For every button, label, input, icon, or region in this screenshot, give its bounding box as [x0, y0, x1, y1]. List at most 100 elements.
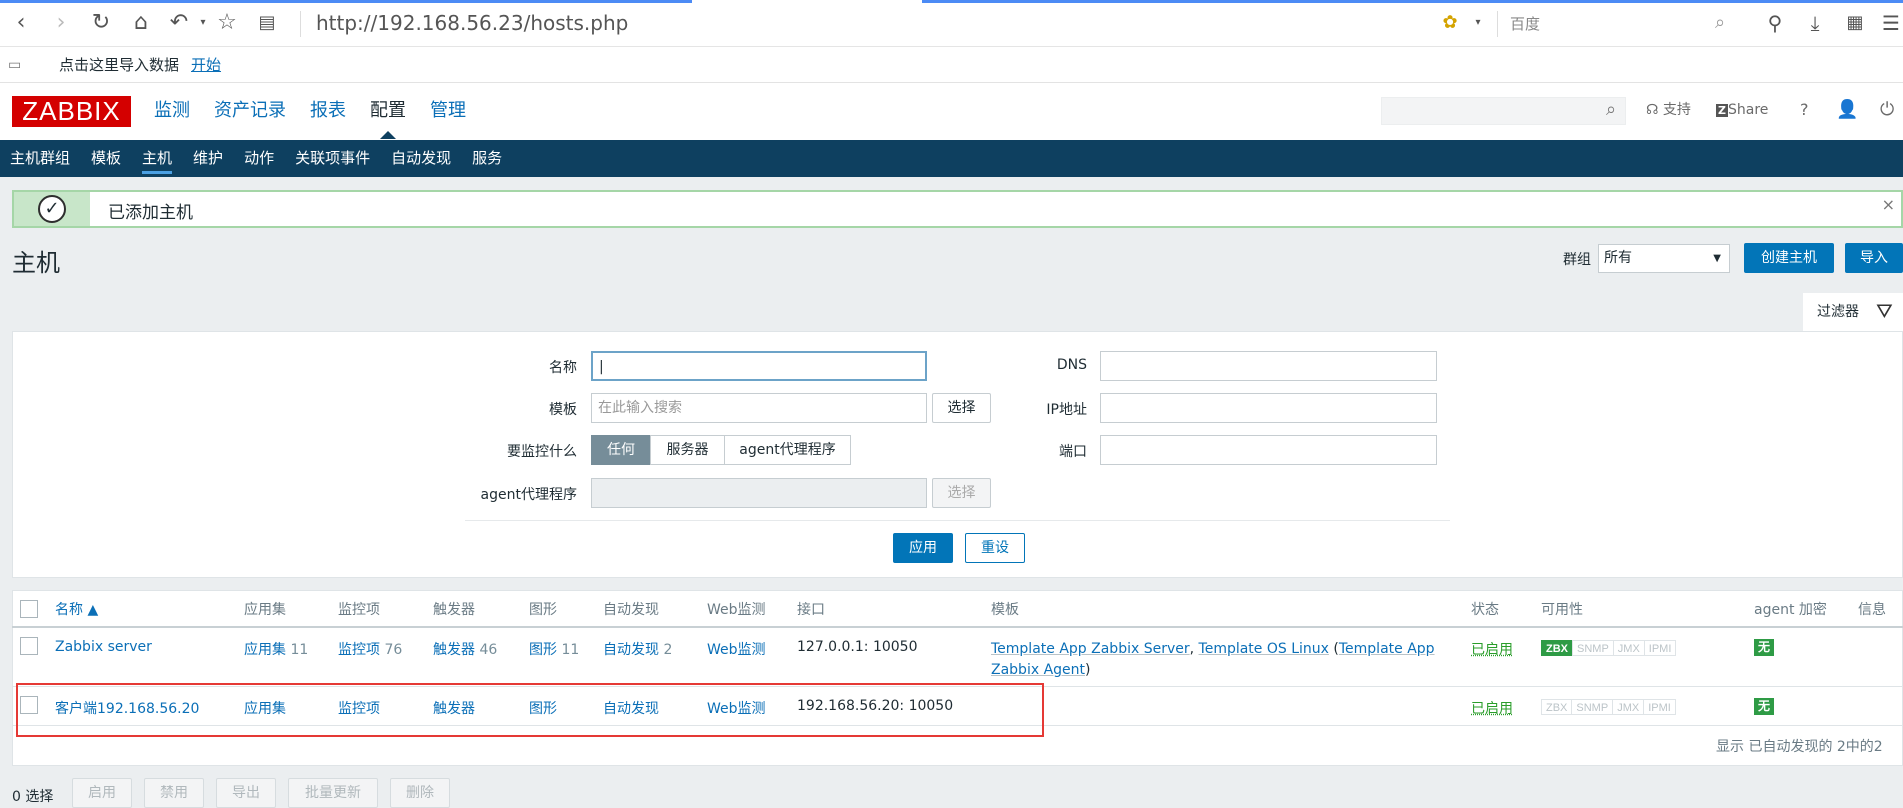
monitor-option-agent-proxy[interactable]: agent代理程序: [724, 435, 851, 465]
menu-configuration[interactable]: 配置: [370, 96, 406, 139]
ip-input[interactable]: [1100, 393, 1437, 423]
template-input[interactable]: 在此输入搜索: [591, 393, 927, 423]
submenu-discovery[interactable]: 自动发现: [391, 140, 451, 177]
template-link[interactable]: Template App: [1339, 641, 1435, 657]
apply-button[interactable]: 应用: [893, 533, 953, 563]
help-button[interactable]: ?: [1800, 98, 1809, 122]
host-name-link[interactable]: Zabbix server: [55, 639, 152, 655]
status-enabled[interactable]: 已启用: [1471, 639, 1513, 659]
template-link[interactable]: Zabbix Agent: [991, 662, 1085, 678]
import-button[interactable]: 导入: [1845, 243, 1903, 273]
download-icon[interactable]: ⤓: [1802, 10, 1828, 36]
name-input[interactable]: |: [591, 351, 927, 381]
col-availability: 可用性: [1541, 602, 1583, 618]
table-footer-info: 显示 已自动发现的 2中的2: [1716, 739, 1883, 755]
address-bar[interactable]: http://192.168.56.23/hosts.php: [316, 11, 628, 35]
export-button[interactable]: 导出: [216, 778, 276, 808]
proxy-label: agent代理程序: [480, 487, 577, 503]
template-link[interactable]: Template App Zabbix Server: [991, 641, 1190, 657]
filter-icon[interactable]: ⛛: [1876, 299, 1893, 323]
menu-inventory[interactable]: 资产记录: [214, 96, 286, 126]
enable-button[interactable]: 启用: [72, 778, 132, 808]
home-icon[interactable]: ⌂: [128, 10, 154, 36]
mass-update-button[interactable]: 批量更新: [288, 778, 378, 808]
star-icon[interactable]: ☆: [214, 10, 240, 36]
ip-label: IP地址: [1046, 402, 1087, 418]
logout-icon[interactable]: ⏻: [1880, 98, 1894, 122]
menu-reports[interactable]: 报表: [310, 96, 346, 126]
menu-icon[interactable]: ☰: [1878, 10, 1903, 36]
header-divider: [12, 626, 1903, 628]
monitor-option-any[interactable]: 任何: [591, 435, 651, 465]
col-interface: 接口: [797, 602, 825, 618]
submenu-hosts[interactable]: 主机: [142, 140, 173, 177]
col-name[interactable]: 名称 ▲: [55, 599, 98, 619]
chevron-down-icon[interactable]: ▾: [190, 10, 216, 36]
submenu-maintenance[interactable]: 维护: [193, 140, 223, 177]
refresh-icon[interactable]: ↻: [88, 10, 114, 36]
template-link[interactable]: Template OS Linux: [1199, 641, 1329, 657]
status-enabled[interactable]: 已启用: [1471, 698, 1513, 718]
support-link[interactable]: ☊ 支持: [1646, 98, 1691, 122]
submenu-correlation[interactable]: 关联项事件: [295, 140, 370, 177]
triggers-link[interactable]: 触发器 46: [433, 639, 497, 659]
monitor-option-server[interactable]: 服务器: [650, 435, 725, 465]
group-select[interactable]: 所有 ▼: [1598, 244, 1730, 273]
user-icon[interactable]: 👤: [1836, 98, 1858, 122]
search-icon[interactable]: ⌕: [1707, 10, 1733, 36]
browser-toolbar: ‹ › ↻ ⌂ ↶ ▾ ☆ ▤ http://192.168.56.23/hos…: [0, 0, 1903, 47]
message-text: 已添加主机: [108, 203, 193, 223]
dns-input[interactable]: [1100, 351, 1437, 381]
items-link[interactable]: 监控项 76: [338, 639, 402, 659]
disable-button[interactable]: 禁用: [144, 778, 204, 808]
availability-badges: ZBX SNMP JMX IPMI: [1541, 640, 1677, 656]
submenu-actions[interactable]: 动作: [244, 140, 274, 177]
divider: [300, 11, 301, 37]
start-link[interactable]: 开始: [191, 47, 221, 83]
headset-icon: ☊: [1646, 102, 1659, 118]
undo-icon[interactable]: ↶: [166, 10, 192, 36]
reset-button[interactable]: 重设: [965, 533, 1025, 563]
applications-link[interactable]: 应用集 11: [244, 639, 308, 659]
close-icon[interactable]: ×: [1882, 195, 1895, 214]
back-icon[interactable]: ‹: [8, 10, 34, 36]
submenu-host-groups[interactable]: 主机群组: [10, 140, 70, 177]
share-link[interactable]: Z Share: [1716, 98, 1768, 123]
menu-administration[interactable]: 管理: [430, 96, 466, 126]
graphs-link[interactable]: 图形 11: [529, 639, 579, 659]
delete-button[interactable]: 删除: [390, 778, 450, 808]
proxy-select-button: 选择: [932, 478, 991, 508]
share-icon: Z: [1716, 104, 1728, 117]
row-checkbox[interactable]: [20, 637, 38, 655]
submenu-templates[interactable]: 模板: [91, 140, 121, 177]
template-select-button[interactable]: 选择: [932, 393, 991, 423]
search-icon[interactable]: ⌕: [1606, 99, 1616, 120]
account-icon[interactable]: ⚲: [1762, 10, 1788, 36]
select-all-checkbox[interactable]: [20, 600, 38, 618]
selected-count: 0 选择: [12, 789, 54, 805]
menu-monitoring[interactable]: 监测: [154, 96, 190, 126]
chevron-down-icon[interactable]: ▾: [1465, 10, 1491, 36]
bookmark-icon[interactable]: ▭: [8, 47, 21, 83]
col-status[interactable]: 状态: [1471, 599, 1499, 619]
col-triggers: 触发器: [433, 602, 475, 618]
extensions-icon[interactable]: ▦: [1842, 10, 1868, 36]
forward-icon[interactable]: ›: [48, 10, 74, 36]
discovery-link[interactable]: 自动发现 2: [603, 639, 672, 659]
create-host-button[interactable]: 创建主机: [1744, 243, 1834, 273]
reader-icon[interactable]: ▤: [254, 10, 280, 36]
sub-menu: 主机群组 模板 主机 维护 动作 关联项事件 自动发现 服务: [0, 140, 1903, 177]
zabbix-logo[interactable]: ZABBIX: [12, 96, 131, 127]
bee-icon[interactable]: ✿: [1437, 10, 1463, 36]
snmp-badge: SNMP: [1571, 699, 1614, 715]
highlight-box: [16, 683, 1044, 737]
col-web: Web监测: [707, 602, 766, 618]
encryption-badge: 无: [1754, 698, 1775, 715]
jmx-badge: JMX: [1612, 640, 1645, 656]
submenu-services[interactable]: 服务: [472, 140, 502, 177]
web-link[interactable]: Web监测: [707, 639, 766, 659]
port-input[interactable]: [1100, 435, 1437, 465]
snmp-badge: SNMP: [1572, 640, 1614, 656]
jmx-badge: JMX: [1612, 699, 1645, 715]
global-search-input[interactable]: [1381, 97, 1626, 125]
